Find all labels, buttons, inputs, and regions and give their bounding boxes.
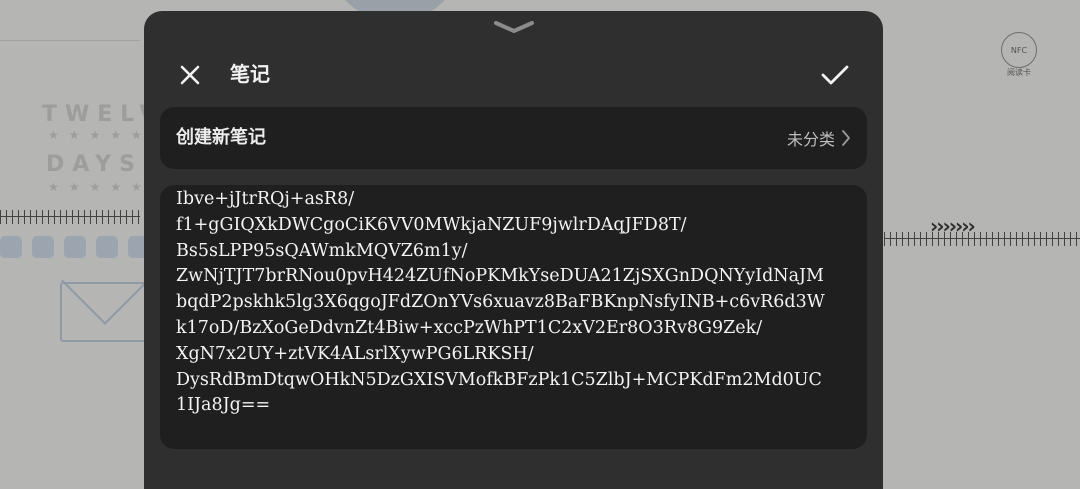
note-content-line: Ibve+jJtrRQj+asR8/	[176, 189, 355, 209]
sheet-title: 笔记	[230, 62, 270, 86]
checkmark-icon	[821, 65, 849, 85]
close-icon	[180, 65, 200, 85]
note-content-field[interactable]: Ibve+jJtrRQj+asR8/f1+gGIQXkDWCgoCiK6VV0M…	[160, 185, 867, 449]
confirm-button[interactable]	[818, 61, 852, 89]
note-content-line: k17oD/BzXoGeDdvnZt4Biw+xccPzWhPT1C2xV2Er…	[176, 317, 763, 338]
note-content-line: bqdP2pskhk5lg3X6qgoJFdZOnYVs6xuavz8BaFBK…	[176, 292, 825, 313]
chevron-right-icon	[841, 129, 853, 147]
note-content-line: f1+gGIQXkDWCgoCiK6VV0MWkjaNZUF9jwlrDAqJF…	[176, 214, 687, 235]
chevron-down-icon[interactable]	[492, 19, 536, 35]
category-select[interactable]: 未分类	[787, 107, 853, 169]
note-content-line: ZwNjTJT7brRNou0pvH424ZUfNoPKMkYseDUA21Zj…	[176, 266, 824, 287]
note-content-line: 1IJa8Jg==	[176, 395, 271, 416]
category-label: 未分类	[786, 130, 835, 149]
notes-sheet: 笔记 创建新笔记 未分类 Ibve+jJtrRQj+asR8/f1+gGIQXk…	[144, 11, 883, 489]
note-content-line: DysRdBmDtqwOHkN5DzGXISVMofkBFzPk1C5ZlbJ+…	[176, 369, 822, 390]
close-button[interactable]	[176, 61, 204, 89]
note-content-line: Bs5sLPP95sQAWmkMQVZ6m1y/	[176, 240, 468, 261]
note-content-text[interactable]: Ibve+jJtrRQj+asR8/f1+gGIQXkDWCgoCiK6VV0M…	[176, 187, 854, 419]
note-title-row: 创建新笔记 未分类	[160, 107, 867, 169]
note-content-line: XgN7x2UY+ztVK4ALsrlXywPG6LRKSH/	[176, 343, 534, 364]
note-title-input[interactable]: 创建新笔记	[176, 107, 636, 169]
sheet-header: 笔记	[144, 51, 883, 97]
